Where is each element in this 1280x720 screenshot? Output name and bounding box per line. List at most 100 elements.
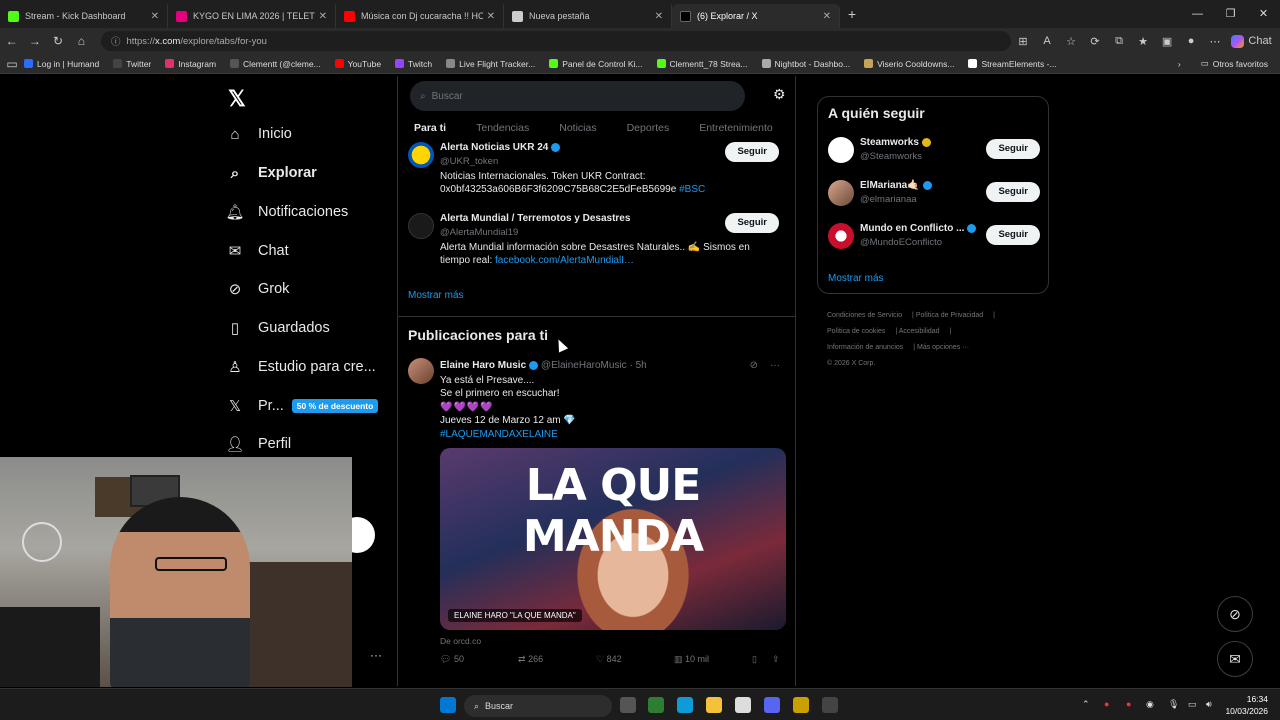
bookmark-item[interactable]: Panel de Control Ki... — [549, 59, 643, 69]
tab-deportes[interactable]: Deportes — [611, 116, 684, 140]
nav-item-estudio[interactable]: ♙ Estudio para cre... — [226, 355, 375, 379]
refresh-extension-icon[interactable]: ⟳ — [1083, 35, 1107, 48]
search-input[interactable]: ⌕ Buscar — [410, 81, 745, 111]
nav-item-guardados[interactable]: ▯ Guardados — [226, 316, 330, 340]
messages-float-button[interactable]: ✉ — [1217, 641, 1253, 677]
close-tab-icon[interactable]: ✕ — [319, 11, 327, 22]
bio-hashtag[interactable]: #BSC — [679, 184, 705, 195]
follow-button[interactable]: Seguir — [986, 182, 1040, 202]
views-button[interactable]: ▥ 10 mil — [674, 654, 752, 665]
tray-chevron-icon[interactable]: ⌃ — [1082, 699, 1090, 710]
repost-button[interactable]: ⇄ 266 — [518, 654, 596, 665]
nav-item-premium[interactable]: 𝕏 Pr... 50 % de descuento — [226, 394, 379, 418]
minimize-icon[interactable]: — — [1181, 0, 1214, 28]
bookmark-item[interactable]: Instagram — [165, 59, 216, 69]
suggestion-item[interactable]: ElMariana🤙🏻 @elmarianaa Seguir — [828, 178, 1040, 208]
tab-para-ti[interactable]: Para ti — [398, 116, 460, 140]
favorites-icon[interactable]: ★ — [1131, 35, 1155, 48]
volume-icon[interactable]: 🔊︎ — [1206, 699, 1212, 710]
bookmark-item[interactable]: Clementt_78 Strea... — [656, 59, 748, 69]
footer-link[interactable]: Información de anuncios — [827, 344, 903, 351]
browser-tab[interactable]: Música con Dj cucaracha !! HO ✕ — [336, 4, 504, 28]
grok-icon[interactable]: ⊘ — [750, 360, 758, 371]
profile-avatar[interactable]: ● — [1179, 35, 1203, 47]
site-info-icon[interactable]: ⓘ — [111, 34, 121, 48]
tab-entretenimiento[interactable]: Entretenimiento — [683, 116, 787, 140]
app-icon[interactable] — [793, 697, 809, 713]
like-button[interactable]: ♡ 842 — [596, 654, 674, 665]
more-options-icon[interactable]: ··· — [770, 360, 780, 371]
tray-app-icon[interactable]: ● — [1126, 699, 1131, 709]
reload-icon[interactable]: ↻ — [46, 34, 69, 48]
collections-icon[interactable]: ▣ — [1155, 35, 1179, 48]
footer-link[interactable]: Política de Privacidad — [916, 312, 983, 319]
tray-app-icon[interactable]: ◉ — [1146, 699, 1154, 710]
footer-link[interactable]: Accesibilidad — [899, 328, 940, 335]
close-tab-icon[interactable]: ✕ — [823, 11, 831, 22]
task-view-icon[interactable] — [620, 697, 636, 713]
clock[interactable]: 16:34 10/03/2026 — [1225, 693, 1268, 717]
tab-noticias[interactable]: Noticias — [543, 116, 610, 140]
copilot-chat-button[interactable]: Chat — [1231, 34, 1272, 48]
more-options-icon[interactable]: ··· — [370, 648, 382, 662]
x-logo-icon[interactable]: 𝕏 — [228, 86, 246, 112]
nav-item-inicio[interactable]: ⌂ Inicio — [226, 122, 291, 146]
show-more-link[interactable]: Mostrar más — [408, 290, 464, 301]
copilot-taskbar-icon[interactable] — [648, 697, 664, 713]
follow-button[interactable]: Seguir — [986, 225, 1040, 245]
back-icon[interactable]: ← — [0, 34, 23, 48]
forward-icon[interactable]: → — [23, 34, 46, 48]
gear-icon[interactable]: ⚙ — [773, 86, 786, 103]
edge-icon[interactable] — [677, 697, 693, 713]
browser-tab[interactable]: KYGO EN LIMA 2026 | TELETICKET ✕ — [168, 4, 336, 28]
new-tab-button[interactable]: + — [840, 6, 864, 22]
browser-tab[interactable]: Stream - Kick Dashboard ✕ — [0, 4, 168, 28]
other-favorites[interactable]: › ▭ Otros favoritos — [1178, 58, 1268, 69]
bookmark-item[interactable]: Log in | Humand — [24, 59, 99, 69]
post-image[interactable]: LA QUE MANDA ELAINE HARO "LA QUE MANDA" — [440, 448, 786, 630]
nav-item-explorar[interactable]: ⌕ Explorar — [226, 161, 317, 185]
bookmark-item[interactable]: Clementt (@cleme... — [230, 59, 321, 69]
bio-link[interactable]: facebook.com/AlertaMundialI… — [495, 255, 634, 266]
browser-tab[interactable]: Nueva pestaña ✕ — [504, 4, 672, 28]
suggestion-item[interactable]: Steamworks @Steamworks Seguir — [828, 135, 1040, 165]
bookmark-item[interactable]: Twitter — [113, 59, 151, 69]
suggestion-item[interactable]: Mundo en Conflicto ... @MundoEConflicto … — [828, 221, 1040, 251]
follow-button[interactable]: Seguir — [986, 139, 1040, 159]
extensions-icon[interactable]: ⧉ — [1107, 35, 1131, 48]
nav-item-grok[interactable]: ⊘ Grok — [226, 277, 290, 301]
footer-link[interactable]: Política de cookies — [827, 328, 885, 335]
microphone-icon[interactable]: 🎙︎ — [1168, 699, 1179, 710]
url-input[interactable]: ⓘ https://x.com/explore/tabs/for-you — [100, 31, 1012, 51]
read-aloud-icon[interactable]: A — [1035, 35, 1059, 47]
more-menu-icon[interactable]: ⋯ — [1203, 35, 1227, 48]
share-button[interactable]: ⇪ — [772, 654, 786, 665]
browser-tab-active[interactable]: (6) Explorar / X ✕ — [672, 4, 840, 28]
nav-item-notificaciones[interactable]: 🔔︎ Notificaciones — [225, 200, 348, 224]
network-icon[interactable]: ▭ — [1188, 699, 1197, 710]
tray-app-icon[interactable]: ● — [1104, 699, 1109, 709]
home-icon[interactable]: ⌂ — [70, 34, 93, 48]
reply-button[interactable]: 💬︎ 50 — [440, 654, 518, 665]
bookmark-item[interactable]: Viserio Cooldowns... — [864, 59, 954, 69]
follow-button[interactable]: Seguir — [725, 213, 779, 233]
bookmark-item[interactable]: Twitch — [395, 59, 432, 69]
bookmark-item[interactable]: YouTube — [334, 59, 381, 69]
nav-item-chat[interactable]: ✉ Chat — [226, 239, 289, 263]
nav-item-perfil[interactable]: 👤︎ Perfil — [225, 432, 291, 456]
favorite-star-icon[interactable]: ☆ — [1059, 35, 1083, 48]
grok-float-button[interactable]: ⊘ — [1217, 596, 1253, 632]
store-icon[interactable] — [735, 697, 751, 713]
post-author[interactable]: Elaine Haro Music — [440, 360, 526, 371]
obs-icon[interactable] — [822, 697, 838, 713]
close-window-icon[interactable]: ✕ — [1247, 0, 1280, 28]
app-available-icon[interactable]: ⊞ — [1011, 35, 1035, 48]
taskbar-search[interactable]: ⌕ Buscar — [464, 695, 612, 717]
footer-link[interactable]: Condiciones de Servicio — [827, 312, 902, 319]
bookmark-item[interactable]: StreamElements -... — [968, 59, 1057, 69]
post-hashtag[interactable]: #LAQUEMANDAXELAINE — [440, 428, 576, 441]
tab-tendencias[interactable]: Tendencias — [460, 116, 543, 140]
bookmark-button[interactable]: ▯ — [752, 654, 772, 665]
file-explorer-icon[interactable] — [706, 697, 722, 713]
close-tab-icon[interactable]: ✕ — [151, 11, 159, 22]
